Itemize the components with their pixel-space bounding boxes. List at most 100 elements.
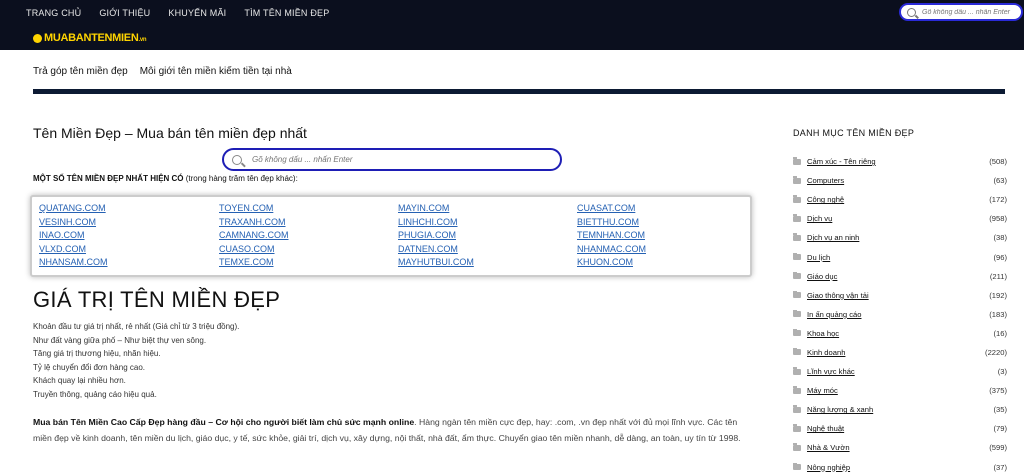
- category-item[interactable]: In ấn quảng cáo (183): [793, 305, 1007, 324]
- category-count: (96): [993, 252, 1007, 262]
- subnav-installment[interactable]: Trả góp tên miền đẹp: [33, 66, 128, 77]
- category-count: (508): [989, 157, 1007, 167]
- category-link[interactable]: Năng lượng & xanh: [807, 405, 993, 414]
- category-count: (211): [989, 271, 1007, 281]
- domain-intro: MỘT SỐ TÊN MIỀN ĐẸP NHẤT HIỆN CÓ (trong …: [33, 174, 298, 183]
- category-count: (375): [989, 386, 1007, 396]
- category-item[interactable]: Dịch vụ (958): [793, 209, 1007, 228]
- nav-promotions[interactable]: KHUYẾN MÃI: [168, 8, 226, 18]
- folder-icon: [793, 328, 801, 337]
- category-item[interactable]: Năng lượng & xanh (35): [793, 400, 1007, 419]
- domain-link[interactable]: TEMNHAN.COM: [577, 230, 747, 244]
- domain-link[interactable]: DATNEN.COM: [398, 244, 577, 258]
- category-link[interactable]: Cảm xúc - Tên riêng: [807, 157, 989, 166]
- category-link[interactable]: Máy móc: [807, 386, 989, 395]
- main-search-box[interactable]: [222, 148, 562, 171]
- category-item[interactable]: Máy móc (375): [793, 381, 1007, 400]
- value-list: Khoản đầu tư giá trị nhất, rẻ nhất (Giá …: [33, 322, 239, 404]
- category-item[interactable]: Nhà & Vườn (599): [793, 438, 1007, 457]
- domain-link[interactable]: INAO.COM: [39, 230, 219, 244]
- category-link[interactable]: Giao thông vận tải: [807, 291, 989, 300]
- domain-link[interactable]: VLXD.COM: [39, 244, 219, 258]
- folder-icon: [793, 424, 801, 432]
- domain-link[interactable]: CUASO.COM: [219, 244, 398, 258]
- category-link[interactable]: Dịch vụ an ninh: [807, 233, 993, 242]
- category-item[interactable]: Kinh doanh (2220): [793, 343, 1007, 362]
- category-item[interactable]: Du lịch (96): [793, 247, 1007, 266]
- domain-link[interactable]: MAYHUTBUI.COM: [398, 257, 577, 271]
- header-search-input[interactable]: [922, 8, 1018, 16]
- value-line: Khách quay lại nhiều hơn.: [33, 376, 126, 386]
- value-heading: GIÁ TRỊ TÊN MIỀN ĐẸP: [33, 287, 281, 312]
- category-item[interactable]: Cảm xúc - Tên riêng (508): [793, 152, 1007, 171]
- domain-link[interactable]: TOYEN.COM: [219, 203, 398, 217]
- site-logo[interactable]: MUABANTENMIEN.vn: [33, 32, 147, 44]
- category-item[interactable]: Computers (63): [793, 171, 1007, 190]
- subnav-brokerage[interactable]: Môi giới tên miền kiếm tiền tại nhà: [140, 66, 292, 77]
- nav-about[interactable]: GIỚI THIỆU: [99, 8, 150, 18]
- category-link[interactable]: Công nghệ: [807, 195, 989, 204]
- domain-grid: QUATANG.COM TOYEN.COM MAYIN.COM CUASAT.C…: [39, 203, 747, 271]
- folder-icon: [793, 271, 801, 280]
- category-item[interactable]: Khoa học (16): [793, 324, 1007, 343]
- domain-link[interactable]: MAYIN.COM: [398, 203, 577, 217]
- nav-home[interactable]: TRANG CHỦ: [26, 8, 81, 18]
- category-item[interactable]: Lĩnh vực khác (3): [793, 362, 1007, 381]
- folder-icon: [793, 462, 801, 471]
- domain-link[interactable]: KHUON.COM: [577, 257, 747, 271]
- category-link[interactable]: Nghệ thuật: [807, 424, 993, 433]
- category-link[interactable]: Kinh doanh: [807, 348, 985, 357]
- domain-link[interactable]: BIETTHU.COM: [577, 217, 747, 231]
- category-count: (16): [993, 328, 1007, 338]
- category-count: (37): [993, 462, 1007, 472]
- domain-link[interactable]: TEMXE.COM: [219, 257, 398, 271]
- category-link[interactable]: Computers: [807, 176, 993, 185]
- value-line: Khoản đầu tư giá trị nhất, rẻ nhất (Giá …: [33, 322, 240, 331]
- category-list: Cảm xúc - Tên riêng (508) Computers (63) Côn…: [793, 152, 1007, 476]
- category-item[interactable]: Công nghệ (172): [793, 190, 1007, 209]
- domain-link[interactable]: CUASAT.COM: [577, 203, 747, 217]
- category-item[interactable]: Dịch vụ an ninh (38): [793, 228, 1007, 247]
- nav-find-domain[interactable]: TÌM TÊN MIỀN ĐẸP: [244, 8, 329, 18]
- category-sidebar: DANH MỤC TÊN MIỀN ĐẸP Cảm xúc - Tên riên…: [793, 128, 1007, 476]
- category-item[interactable]: Giáo dục (211): [793, 267, 1007, 286]
- folder-icon: [793, 290, 801, 299]
- secondary-nav: Trả góp tên miền đẹp Môi giới tên miền k…: [33, 66, 304, 77]
- domain-link[interactable]: QUATANG.COM: [39, 203, 219, 217]
- domain-link[interactable]: NHANSAM.COM: [39, 257, 219, 271]
- category-count: (599): [989, 443, 1007, 453]
- category-link[interactable]: Khoa học: [807, 329, 993, 338]
- category-link[interactable]: Du lịch: [807, 253, 993, 262]
- domain-intro-rest: (trong hàng trăm tên đẹp khác):: [183, 174, 298, 183]
- category-count: (79): [993, 424, 1007, 434]
- main-search-input[interactable]: [252, 155, 552, 164]
- folder-icon: [793, 233, 801, 241]
- category-link[interactable]: Lĩnh vực khác: [807, 367, 998, 376]
- domain-link[interactable]: LINHCHI.COM: [398, 217, 577, 231]
- value-line: Tăng giá trị thương hiệu, nhãn hiệu.: [33, 349, 161, 359]
- header-search-box[interactable]: [899, 3, 1023, 21]
- folder-icon: [793, 443, 801, 451]
- category-link[interactable]: Dịch vụ: [807, 214, 989, 223]
- category-link[interactable]: Nông nghiệp: [807, 463, 993, 472]
- folder-icon: [793, 405, 801, 413]
- logo-dot-icon: [33, 33, 42, 43]
- category-count: (192): [989, 290, 1007, 300]
- category-link[interactable]: In ấn quảng cáo: [807, 310, 989, 319]
- domain-link[interactable]: CAMNANG.COM: [219, 230, 398, 244]
- folder-icon: [793, 195, 801, 203]
- category-item[interactable]: Nghệ thuật (79): [793, 419, 1007, 438]
- folder-icon: [793, 214, 801, 222]
- domain-link[interactable]: PHUGIA.COM: [398, 230, 577, 244]
- category-link[interactable]: Giáo dục: [807, 272, 990, 281]
- domain-link[interactable]: TRAXANH.COM: [219, 217, 398, 231]
- domain-link[interactable]: VESINH.COM: [39, 217, 219, 231]
- category-count: (172): [989, 195, 1007, 205]
- folder-icon: [793, 367, 801, 375]
- domain-link[interactable]: NHANMAC.COM: [577, 244, 747, 258]
- category-item[interactable]: Giao thông vận tải (192): [793, 286, 1007, 305]
- category-link[interactable]: Nhà & Vườn: [807, 443, 989, 452]
- domain-intro-bold: MỘT SỐ TÊN MIỀN ĐẸP NHẤT HIỆN CÓ: [33, 174, 184, 183]
- category-count: (958): [989, 214, 1007, 224]
- category-item[interactable]: Nông nghiệp (37): [793, 458, 1007, 476]
